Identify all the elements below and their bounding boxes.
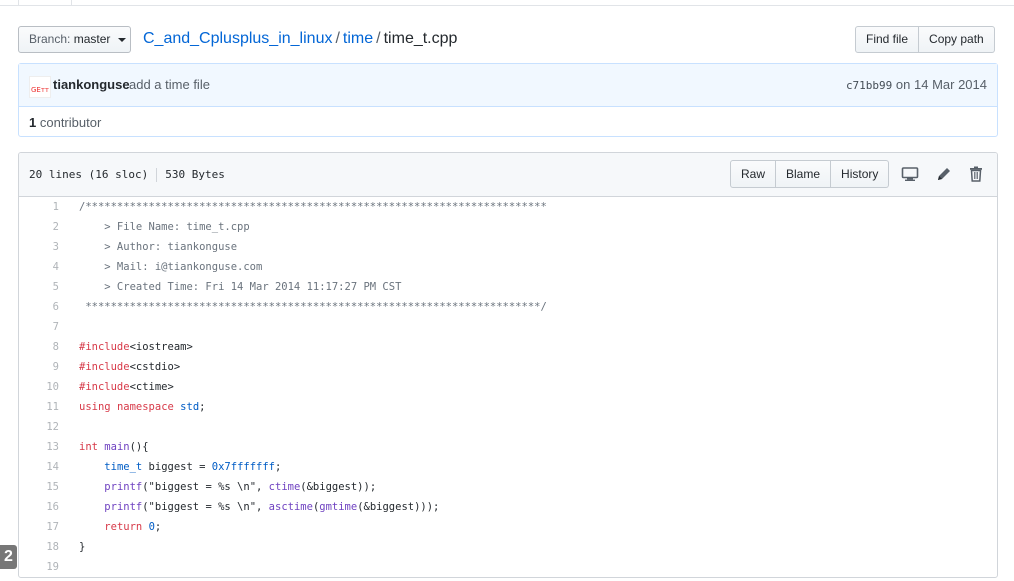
active-tab[interactable]: [18, 0, 72, 5]
code-line-content: #include<cstdio>: [79, 361, 181, 373]
corner-badge: 2: [0, 545, 17, 569]
file-header: 20 lines (16 sloc) 530 Bytes Raw Blame Hi…: [19, 153, 997, 197]
avatar[interactable]: ǤEтт: [29, 76, 51, 98]
top-tab-strip: [0, 0, 1014, 6]
line-number[interactable]: 4: [19, 257, 59, 277]
breadcrumb-file-name: time_t.cpp: [383, 30, 458, 47]
code-line-content: /***************************************…: [79, 201, 547, 213]
code-line: 4 > Mail: i@tiankonguse.com: [19, 257, 997, 277]
line-number[interactable]: 7: [19, 317, 59, 337]
find-file-button[interactable]: Find file: [855, 26, 920, 53]
line-number[interactable]: 16: [19, 497, 59, 517]
code-line-content: }: [79, 541, 86, 553]
code-line: 7: [19, 317, 997, 337]
code-line: 3 > Author: tiankonguse: [19, 237, 997, 257]
file-size: 530 Bytes: [165, 168, 225, 181]
file-view-buttons: Raw Blame History: [730, 160, 890, 188]
code-line: 15 printf("biggest = %s \n", ctime(&bigg…: [19, 477, 997, 497]
code-line-content: #include<iostream>: [79, 341, 193, 353]
desktop-icon[interactable]: [901, 165, 919, 183]
code-line: 18}: [19, 537, 997, 557]
code-line-content: using namespace std;: [79, 401, 206, 413]
code-line: 17 return 0;: [19, 517, 997, 537]
line-number[interactable]: 13: [19, 437, 59, 457]
line-number[interactable]: 5: [19, 277, 59, 297]
file-info: 20 lines (16 sloc) 530 Bytes: [29, 168, 225, 182]
code-view: 1 /**************************************…: [19, 197, 997, 577]
commit-author-link[interactable]: tiankonguse: [53, 77, 130, 92]
branch-select-button[interactable]: Branch: master: [18, 26, 131, 53]
file-box: 20 lines (16 sloc) 530 Bytes Raw Blame Hi…: [18, 152, 998, 578]
commit-message-link[interactable]: add a time file: [129, 77, 210, 92]
breadcrumb-separator: /: [335, 30, 340, 47]
code-line-content: int main(){: [79, 441, 149, 453]
trash-icon[interactable]: [967, 165, 985, 183]
code-line: 6 **************************************…: [19, 297, 997, 317]
line-number[interactable]: 18: [19, 537, 59, 557]
breadcrumb-repo-link[interactable]: C_and_Cplusplus_in_linux: [143, 30, 332, 47]
file-info-divider: [156, 168, 158, 182]
breadcrumb: C_and_Cplusplus_in_linux / time / time_t.cpp: [143, 29, 457, 49]
raw-button[interactable]: Raw: [730, 160, 777, 188]
code-line: 10 #include<ctime>: [19, 377, 997, 397]
code-line: 12: [19, 417, 997, 437]
contributors-summary[interactable]: 1 contributor: [29, 115, 101, 130]
code-line: 9 #include<cstdio>: [19, 357, 997, 377]
line-number[interactable]: 12: [19, 417, 59, 437]
code-line-content: > Mail: i@tiankonguse.com: [79, 261, 263, 273]
code-line-content: printf("biggest = %s \n", ctime(&biggest…: [104, 481, 377, 493]
caret-down-icon: [117, 37, 126, 42]
commit-date: on 14 Mar 2014: [895, 77, 987, 92]
code-line-content: printf("biggest = %s \n", asctime(gmtime…: [104, 501, 440, 513]
file-navigation-actions: Find file Copy path: [855, 26, 995, 53]
code-line: 11 using namespace std;: [19, 397, 997, 417]
branch-prefix: Branch:: [29, 32, 71, 46]
latest-commit-box: ǤEтт tiankonguse add a time file c71bb99…: [18, 63, 998, 137]
code-line: 19: [19, 557, 997, 577]
line-number[interactable]: 6: [19, 297, 59, 317]
code-line: 5 > Created Time: Fri 14 Mar 2014 11:17:…: [19, 277, 997, 297]
line-number[interactable]: 10: [19, 377, 59, 397]
blame-button[interactable]: Blame: [776, 160, 832, 188]
code-line-content: > Author: tiankonguse: [79, 241, 238, 253]
pencil-icon[interactable]: [935, 165, 953, 183]
code-line-content: #include<ctime>: [79, 381, 174, 393]
contributors-label: contributor: [39, 115, 102, 130]
line-number[interactable]: 17: [19, 517, 59, 537]
commit-tease: ǤEтт tiankonguse add a time file c71bb99…: [19, 64, 997, 107]
line-number[interactable]: 8: [19, 337, 59, 357]
code-line-content: > File Name: time_t.cpp: [79, 221, 250, 233]
code-line-content: time_t biggest = 0x7fffffff;: [104, 461, 282, 473]
code-line: 2 > File Name: time_t.cpp: [19, 217, 997, 237]
line-number[interactable]: 3: [19, 237, 59, 257]
line-number[interactable]: 9: [19, 357, 59, 377]
line-number[interactable]: 11: [19, 397, 59, 417]
file-line-count: 20 lines (16 sloc): [29, 168, 149, 181]
commit-meta: c71bb99 on 14 Mar 2014: [846, 77, 987, 92]
commit-sha-link[interactable]: c71bb99: [846, 79, 892, 92]
code-line: 14 time_t biggest = 0x7fffffff;: [19, 457, 997, 477]
line-number[interactable]: 15: [19, 477, 59, 497]
breadcrumb-dir-link[interactable]: time: [343, 30, 373, 47]
code-line: 13 int main(){: [19, 437, 997, 457]
line-number[interactable]: 19: [19, 557, 59, 577]
contributors-count: 1: [29, 115, 37, 130]
code-line-content: ****************************************…: [79, 301, 547, 313]
code-line: 16 printf("biggest = %s \n", asctime(gmt…: [19, 497, 997, 517]
breadcrumb-separator: /: [376, 30, 381, 47]
code-line: 1 /**************************************…: [19, 197, 997, 217]
line-number[interactable]: 2: [19, 217, 59, 237]
line-number[interactable]: 14: [19, 457, 59, 477]
code-line-content: > Created Time: Fri 14 Mar 2014 11:17:27…: [79, 281, 402, 293]
line-number[interactable]: 1: [19, 197, 59, 217]
code-line: 8 #include<iostream>: [19, 337, 997, 357]
copy-path-button[interactable]: Copy path: [919, 26, 995, 53]
history-button[interactable]: History: [831, 160, 890, 188]
branch-name: master: [73, 32, 111, 46]
code-line-content: return 0;: [104, 521, 162, 533]
